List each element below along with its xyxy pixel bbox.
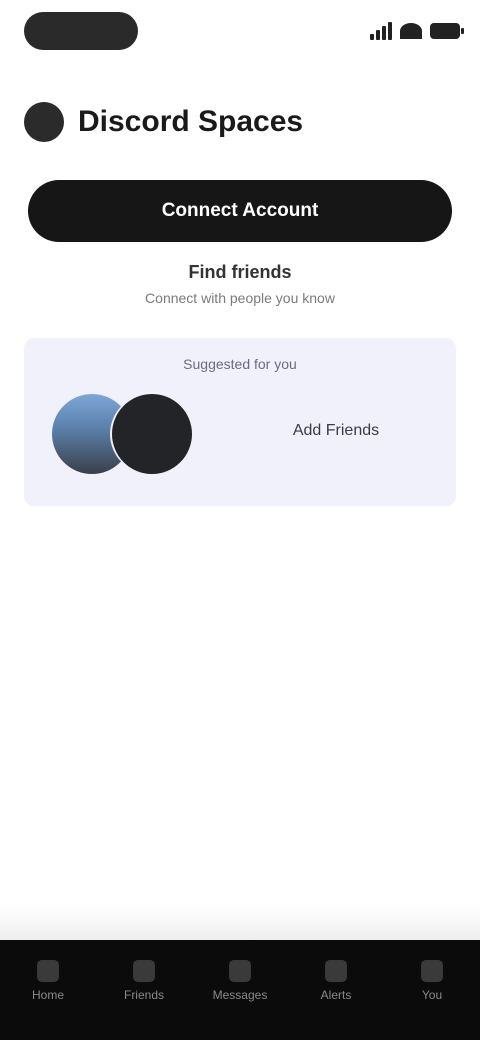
bell-icon xyxy=(325,960,347,982)
app-screen: Discord Spaces Connect Account Find frie… xyxy=(0,0,480,1040)
bottom-fade xyxy=(0,905,480,945)
friends-icon xyxy=(133,960,155,982)
nav-item-alerts[interactable]: Alerts xyxy=(291,960,381,1002)
page-header: Discord Spaces xyxy=(24,98,303,146)
battery-icon xyxy=(430,23,464,39)
nav-item-messages[interactable]: Messages xyxy=(195,960,285,1002)
bottom-nav: Home Friends Messages Alerts You xyxy=(0,940,480,1040)
messages-icon xyxy=(229,960,251,982)
status-icons xyxy=(370,18,464,44)
card-title: Suggested for you xyxy=(183,356,297,372)
nav-item-home[interactable]: Home xyxy=(3,960,93,1002)
card-avatar-group xyxy=(52,394,192,474)
nav-label: Messages xyxy=(212,988,268,1002)
suggested-user-avatar xyxy=(112,394,192,474)
status-bar xyxy=(0,0,480,64)
connect-account-button[interactable]: Connect Account xyxy=(28,180,452,242)
suggestion-card[interactable]: Suggested for you Add Friends xyxy=(24,338,456,506)
subtitle-secondary: Connect with people you know xyxy=(145,290,335,306)
home-icon xyxy=(37,960,59,982)
add-friends-link[interactable]: Add Friends xyxy=(256,422,416,440)
subtitle-primary: Find friends xyxy=(188,262,292,282)
nav-label: You xyxy=(421,988,443,1002)
nav-item-you[interactable]: You xyxy=(387,960,477,1002)
nav-label: Friends xyxy=(123,988,164,1002)
page-title: Discord Spaces xyxy=(78,105,304,138)
wifi-icon xyxy=(400,23,422,39)
nav-item-friends[interactable]: Friends xyxy=(99,960,189,1002)
profile-icon xyxy=(421,960,443,982)
profile-avatar[interactable] xyxy=(24,102,64,142)
signal-icon xyxy=(370,22,392,40)
status-time-pill xyxy=(24,12,138,50)
nav-label: Alerts xyxy=(320,988,352,1002)
nav-label: Home xyxy=(31,988,64,1002)
